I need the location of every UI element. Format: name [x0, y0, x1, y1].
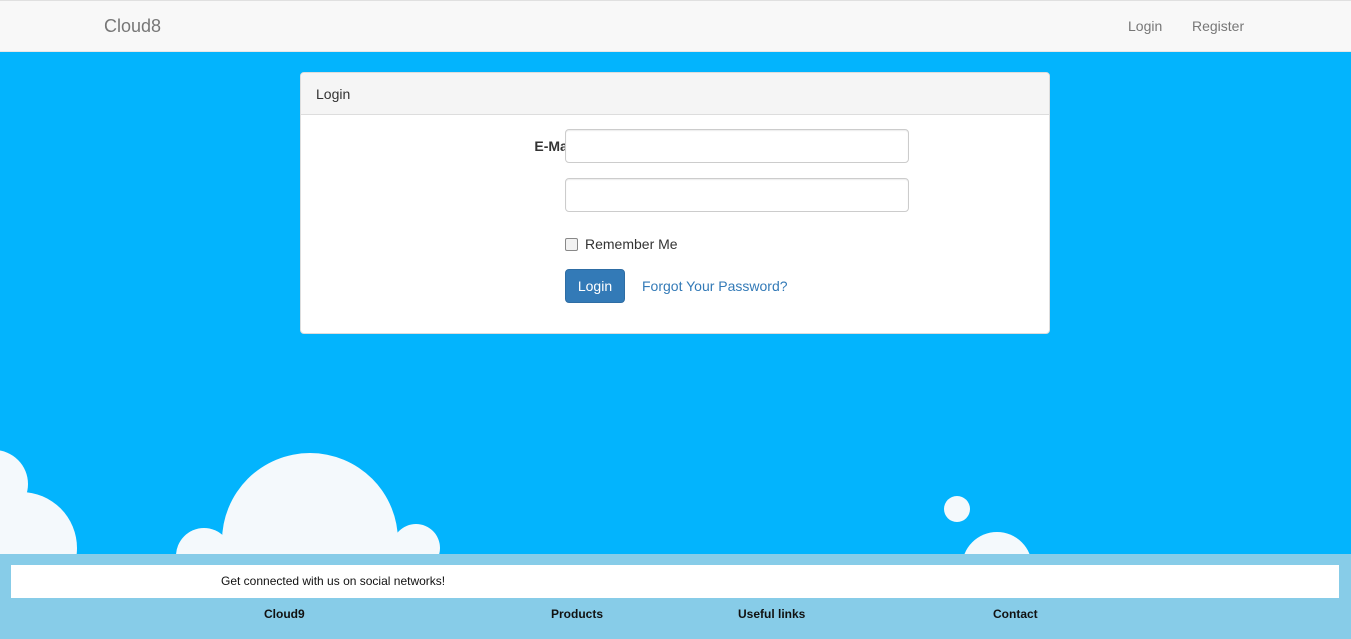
cloud-decoration	[962, 532, 1032, 554]
footer-heading-products: Products	[551, 607, 604, 621]
nav-login-link[interactable]: Login	[1128, 18, 1162, 34]
brand-link[interactable]: Cloud8	[104, 16, 161, 37]
cloud-decoration	[0, 492, 77, 554]
login-panel: Login E-Mail Address Password Remember M…	[300, 72, 1050, 334]
social-text: Get connected with us on social networks…	[221, 574, 446, 588]
remember-me-row[interactable]: Remember Me	[565, 236, 678, 252]
forgot-password-link[interactable]: Forgot Your Password?	[642, 278, 788, 294]
remember-me-label[interactable]: Remember Me	[585, 236, 678, 252]
login-button[interactable]: Login	[565, 269, 625, 303]
social-bar: Get connected with us on social networks…	[11, 565, 1339, 598]
nav-register-link[interactable]: Register	[1192, 18, 1244, 34]
cloud-decoration	[222, 453, 398, 554]
footer-heading-useful-links: Useful links	[738, 607, 806, 621]
password-field[interactable]	[565, 178, 909, 212]
footer-heading-cloud9: Cloud9	[264, 607, 305, 621]
remember-me-checkbox[interactable]	[565, 237, 578, 251]
cloud-decoration	[392, 524, 440, 554]
panel-heading: Login	[301, 73, 1049, 115]
cloud-decoration	[944, 496, 970, 522]
top-navbar: Cloud8 Login Register	[0, 0, 1351, 52]
footer: Get connected with us on social networks…	[0, 554, 1351, 639]
email-field[interactable]	[565, 129, 909, 163]
footer-heading-contact: Contact	[993, 607, 1038, 621]
